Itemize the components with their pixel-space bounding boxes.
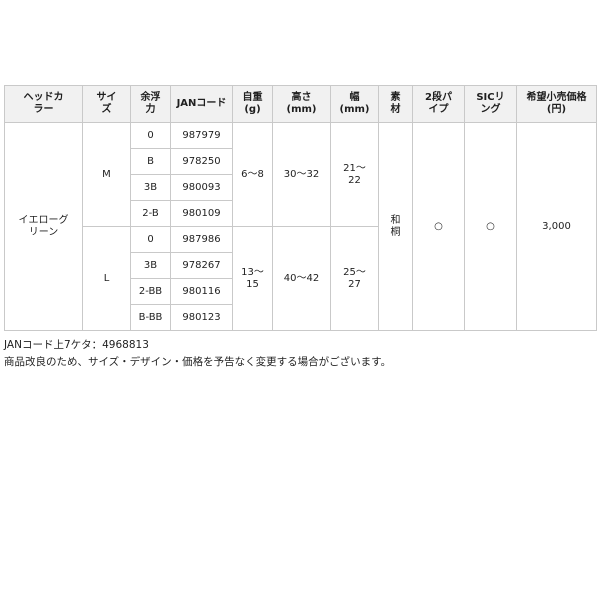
header-jan: JANコード bbox=[170, 85, 233, 123]
header-head-color: ヘッドカ ラー bbox=[4, 85, 83, 123]
cell-buoyancy: 0 bbox=[130, 122, 171, 149]
cell-buoyancy: B bbox=[130, 148, 171, 175]
disclaimer-note: 商品改良のため、サイズ・デザイン・価格を予告なく変更する場合がございます。 bbox=[4, 356, 392, 368]
cell-buoyancy: 3B bbox=[130, 252, 171, 279]
cell-height-m: 30〜32 bbox=[272, 122, 331, 227]
notes: JANコード上7ケタ：4968813 商品改良のため、サイズ・デザイン・価格を予… bbox=[4, 337, 391, 371]
header-size: サイズ bbox=[82, 85, 131, 123]
cell-jan: 987986 bbox=[170, 226, 233, 253]
cell-jan: 980093 bbox=[170, 174, 233, 201]
cell-head-color: イエローグ リーン bbox=[4, 122, 83, 331]
cell-width-l: 25〜 27 bbox=[330, 226, 379, 331]
header-sic-ring: SICリ ング bbox=[464, 85, 517, 123]
header-buoyancy: 余浮力 bbox=[130, 85, 171, 123]
cell-weight-m: 6〜8 bbox=[232, 122, 273, 227]
header-weight: 自重 (g) bbox=[232, 85, 273, 123]
cell-weight-l: 13〜 15 bbox=[232, 226, 273, 331]
cell-height-l: 40〜42 bbox=[272, 226, 331, 331]
cell-width-m: 21〜 22 bbox=[330, 122, 379, 227]
cell-buoyancy: 3B bbox=[130, 174, 171, 201]
cell-jan: 980123 bbox=[170, 304, 233, 331]
spec-table: ヘッドカ ラー サイズ 余浮力 JANコード 自重 (g) 高さ (mm) 幅 (mm)… bbox=[4, 85, 597, 331]
cell-jan: 978250 bbox=[170, 148, 233, 175]
cell-buoyancy: B-BB bbox=[130, 304, 171, 331]
jan-prefix-note: JANコード上7ケタ：4968813 bbox=[4, 339, 149, 351]
cell-buoyancy: 2-BB bbox=[130, 278, 171, 305]
header-material: 素材 bbox=[378, 85, 413, 123]
cell-jan: 987979 bbox=[170, 122, 233, 149]
cell-jan: 980116 bbox=[170, 278, 233, 305]
cell-sic-ring: ○ bbox=[464, 122, 517, 331]
cell-size-l: L bbox=[82, 226, 131, 331]
cell-size-m: M bbox=[82, 122, 131, 227]
cell-jan: 978267 bbox=[170, 252, 233, 279]
cell-material: 和桐 bbox=[378, 122, 413, 331]
cell-two-step-pipe: ○ bbox=[412, 122, 465, 331]
cell-buoyancy: 0 bbox=[130, 226, 171, 253]
header-two-step-pipe: 2段パ イプ bbox=[412, 85, 465, 123]
header-price: 希望小売価格 (円) bbox=[516, 85, 597, 123]
table-row: イエローグ リーン M 0 987979 6〜8 30〜32 21〜 22 和桐 ○… bbox=[4, 122, 597, 331]
cell-buoyancy: 2-B bbox=[130, 200, 171, 227]
cell-price: 3,000 bbox=[516, 122, 597, 331]
cell-jan: 980109 bbox=[170, 200, 233, 227]
header-width: 幅 (mm) bbox=[330, 85, 379, 123]
header-row: ヘッドカ ラー サイズ 余浮力 JANコード 自重 (g) 高さ (mm) 幅 (mm)… bbox=[4, 85, 597, 123]
header-height: 高さ (mm) bbox=[272, 85, 331, 123]
